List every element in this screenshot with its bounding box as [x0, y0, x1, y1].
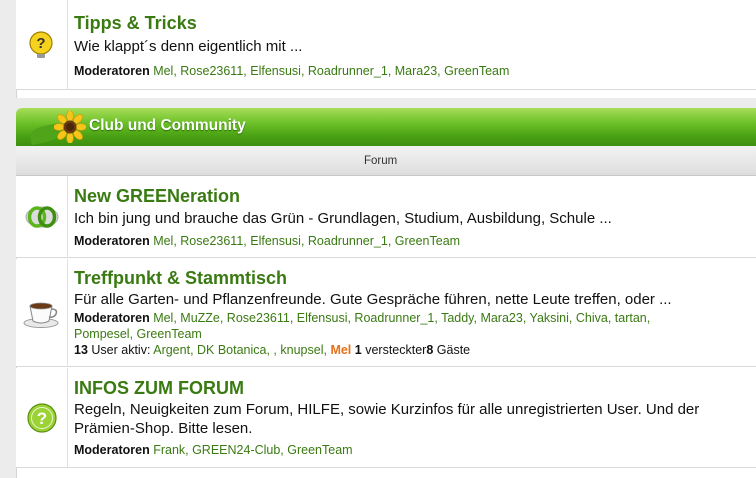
forum-row-greeneration: New GREENeration Ich bin jung und brauch…: [16, 176, 756, 258]
forum-title-infos[interactable]: INFOS ZUM FORUM: [74, 377, 752, 399]
active-count: 13: [74, 343, 88, 357]
sunflower-icon: [54, 111, 86, 143]
forum-title-tipps[interactable]: Tipps & Tricks: [74, 12, 752, 34]
help-circle-icon: ?: [26, 402, 57, 433]
hidden-count: 1: [354, 343, 362, 357]
moderators-label: Moderatoren: [74, 234, 150, 248]
active-user-highlight[interactable]: Mel: [330, 343, 351, 357]
forum-desc-treffpunkt: Für alle Garten- und Pflanzenfreunde. Gu…: [74, 291, 672, 308]
forum-icon-cell: ?: [16, 0, 68, 89]
forum-title-greeneration[interactable]: New GREENeration: [74, 185, 752, 207]
forum-title-treffpunkt[interactable]: Treffpunkt & Stammtisch: [74, 267, 752, 289]
category-title[interactable]: Club und Community: [89, 117, 246, 135]
forum-desc-greeneration: Ich bin jung und brauche das Grün - Grun…: [74, 210, 612, 227]
forum-desc-tipps: Wie klappt´s denn eigentlich mit ...: [74, 38, 303, 55]
guests-count: 8: [426, 343, 434, 357]
forum-icon-cell: [16, 176, 68, 257]
column-header-bar: Forum: [16, 146, 756, 176]
svg-text:?: ?: [36, 409, 46, 428]
moderator-links-cont[interactable]: Pompesel, GreenTeam: [74, 327, 202, 341]
coffee-cup-icon: [23, 302, 58, 328]
forum-icon-cell: ?: [16, 368, 68, 467]
forum-row-infos: ? INFOS ZUM FORUM Regeln, Neuigkeiten zu…: [16, 368, 756, 468]
moderators-label: Moderatoren: [74, 443, 150, 457]
forum-row-tipps: ? Tipps & Tricks Wie klappt´s denn eigen…: [16, 0, 756, 90]
rings-icon: [25, 205, 58, 228]
moderator-links[interactable]: Mel, MuZZe, Rose23611, Elfensusi, Roadru…: [153, 311, 650, 325]
guests-label: Gäste: [436, 343, 471, 357]
moderators-label: Moderatoren: [74, 64, 150, 78]
moderator-links[interactable]: Mel, Rose23611, Elfensusi, Roadrunner_1,…: [153, 64, 509, 78]
category-header: Club und Community: [16, 108, 756, 146]
svg-text:?: ?: [36, 35, 45, 52]
active-label: User aktiv:: [91, 343, 151, 357]
forum-desc-infos: Regeln, Neuigkeiten zum Forum, HILFE, so…: [74, 401, 700, 437]
moderators-label: Moderatoren: [74, 311, 150, 325]
moderator-links[interactable]: Mel, Rose23611, Elfensusi, Roadrunner_1,…: [153, 234, 460, 248]
question-icon: ?: [28, 30, 53, 58]
column-header-forum: Forum: [364, 155, 398, 167]
moderator-links[interactable]: Frank, GREEN24-Club, GreenTeam: [153, 443, 352, 457]
active-user-links[interactable]: Argent, DK Botanica, , knupsel,: [153, 343, 327, 357]
hidden-label: versteckter: [365, 343, 427, 357]
forum-icon-cell: [16, 259, 68, 366]
forum-row-treffpunkt: Treffpunkt & Stammtisch Für alle Garten-…: [16, 259, 756, 367]
